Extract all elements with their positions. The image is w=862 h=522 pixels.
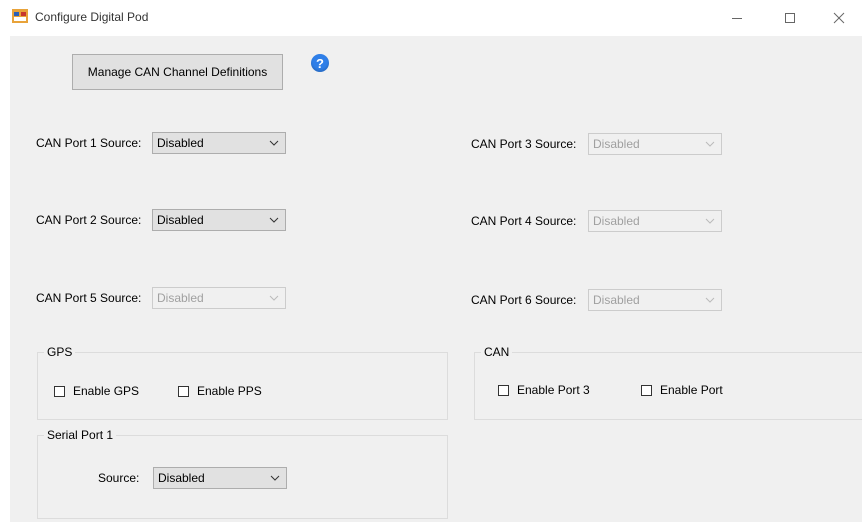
minimize-button[interactable] — [714, 0, 760, 36]
title-bar: Configure Digital Pod — [0, 0, 862, 36]
close-button[interactable] — [816, 0, 862, 36]
enable-port-3-label: Enable Port 3 — [517, 383, 590, 397]
checkbox-box[interactable] — [178, 385, 189, 397]
enable-pps-checkbox[interactable]: Enable PPS — [178, 384, 262, 398]
can-port-2-value: Disabled — [157, 213, 204, 227]
can-port-6-label: CAN Port 6 Source: — [471, 293, 577, 307]
can-group-caption: CAN — [481, 345, 513, 359]
can-port-6-value: Disabled — [593, 293, 640, 307]
can-port-3-label: CAN Port 3 Source: — [471, 137, 577, 151]
chevron-down-icon — [269, 217, 279, 223]
enable-gps-label: Enable GPS — [73, 384, 140, 398]
can-port-5-value: Disabled — [157, 291, 204, 305]
chevron-down-icon — [705, 141, 715, 147]
window-title: Configure Digital Pod — [35, 10, 149, 24]
maximize-button[interactable] — [767, 0, 813, 36]
help-icon[interactable]: ? — [311, 54, 329, 72]
can-port-3-value: Disabled — [593, 137, 640, 151]
chevron-down-icon — [269, 295, 279, 301]
checkbox-box[interactable] — [498, 384, 509, 396]
can-groupbox: CAN Enable Port 3 Enable Port — [474, 345, 862, 420]
chevron-down-icon — [705, 218, 715, 224]
gps-groupbox: GPS Enable GPS Enable PPS — [37, 345, 448, 420]
can-port-5-label: CAN Port 5 Source: — [36, 291, 142, 305]
enable-gps-checkbox[interactable]: Enable GPS — [54, 384, 139, 398]
serial-source-label: Source: — [98, 471, 140, 485]
checkbox-box[interactable] — [54, 385, 65, 397]
serial-port-1-groupbox: Serial Port 1 Source: Disabled — [37, 428, 448, 519]
can-port-1-label: CAN Port 1 Source: — [36, 136, 142, 150]
can-port-4-source-select[interactable]: Disabled — [588, 210, 722, 232]
enable-port-3-checkbox[interactable]: Enable Port 3 — [498, 383, 590, 397]
help-glyph: ? — [316, 55, 324, 71]
checkbox-box[interactable] — [641, 384, 652, 396]
maximize-icon — [785, 13, 795, 23]
client-area: Manage CAN Channel Definitions ? CAN Por… — [10, 36, 862, 522]
chevron-down-icon — [269, 140, 279, 146]
minimize-icon — [732, 18, 742, 19]
serial-source-value: Disabled — [158, 471, 205, 485]
can-port-2-label: CAN Port 2 Source: — [36, 213, 142, 227]
can-port-4-value: Disabled — [593, 214, 640, 228]
can-port-5-source-select[interactable]: Disabled — [152, 287, 286, 309]
serial-port-1-caption: Serial Port 1 — [44, 428, 117, 442]
enable-pps-label: Enable PPS — [197, 384, 262, 398]
enable-port-checkbox[interactable]: Enable Port — [641, 383, 723, 397]
can-port-1-source-select[interactable]: Disabled — [152, 132, 286, 154]
can-port-4-label: CAN Port 4 Source: — [471, 214, 577, 228]
can-port-1-value: Disabled — [157, 136, 204, 150]
manage-can-button-label: Manage CAN Channel Definitions — [87, 65, 268, 79]
manage-can-channel-definitions-button[interactable]: Manage CAN Channel Definitions — [72, 54, 283, 90]
serial-port-1-source-select[interactable]: Disabled — [153, 467, 287, 489]
can-port-3-source-select[interactable]: Disabled — [588, 133, 722, 155]
chevron-down-icon — [705, 297, 715, 303]
chevron-down-icon — [270, 475, 280, 481]
gps-group-caption: GPS — [44, 345, 76, 359]
can-port-6-source-select[interactable]: Disabled — [588, 289, 722, 311]
can-port-2-source-select[interactable]: Disabled — [152, 209, 286, 231]
app-window-icon — [12, 9, 28, 23]
close-icon — [833, 12, 845, 24]
enable-port-label: Enable Port — [660, 383, 723, 397]
